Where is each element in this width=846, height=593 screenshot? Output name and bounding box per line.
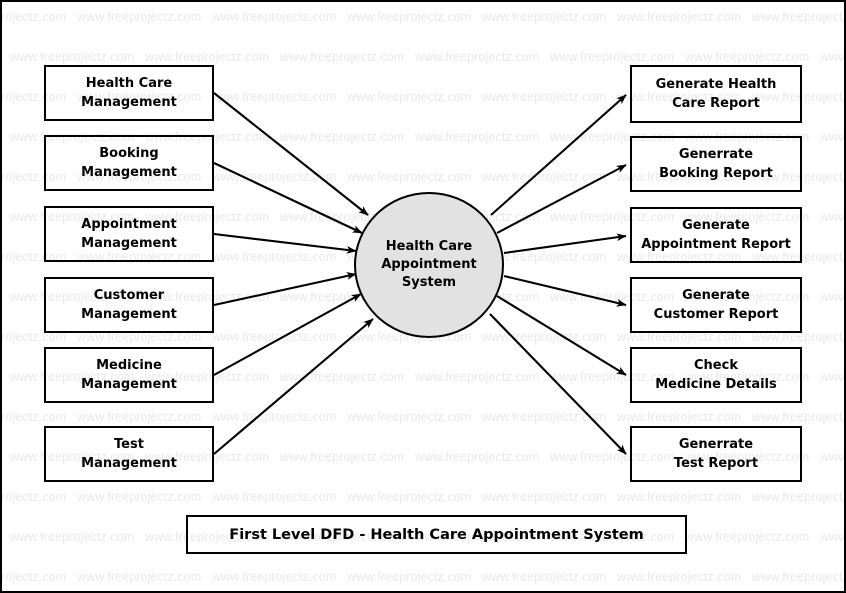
flow-in-test (213, 318, 374, 455)
flow-out-test (489, 313, 627, 455)
flow-in-booking (213, 162, 363, 234)
flow-out-booking (496, 164, 627, 234)
flow-arrows (213, 92, 627, 455)
flow-out-health-care (490, 94, 627, 216)
flow-in-customer (213, 272, 357, 307)
dfd-canvas: www.freeprojectz.comwww.freeprojectz.com… (0, 0, 846, 593)
flow-in-health-care (213, 92, 369, 216)
flow-in-medicine (213, 293, 362, 376)
flow-out-customer (503, 274, 627, 307)
flow-out-appointment (503, 233, 627, 255)
flow-in-appointment (213, 232, 357, 254)
flow-out-medicine (496, 295, 627, 376)
